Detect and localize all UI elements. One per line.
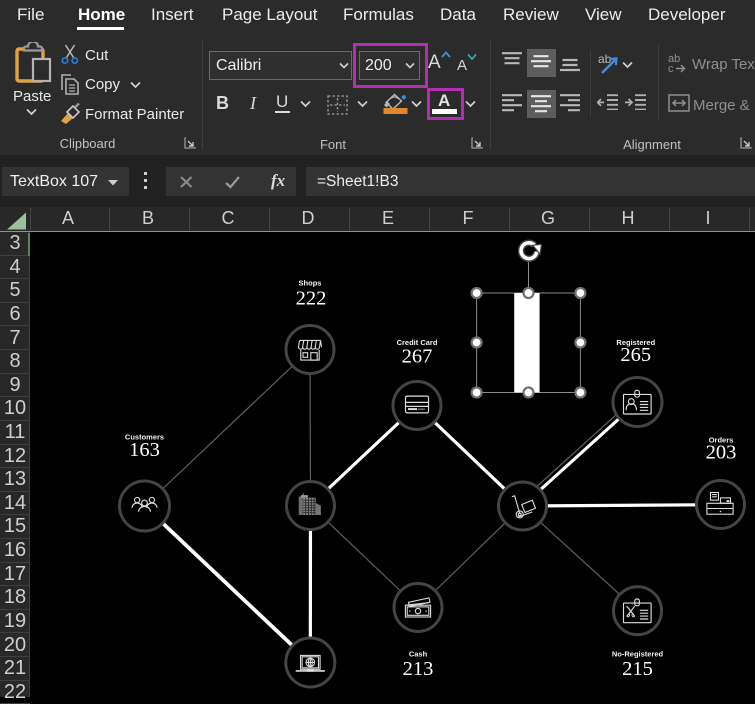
svg-text:No-Registered: No-Registered <box>612 649 664 658</box>
svg-text:222: 222 <box>296 287 327 309</box>
svg-text:203: 203 <box>706 442 737 464</box>
svg-text:265: 265 <box>620 344 651 366</box>
svg-text:213: 213 <box>403 658 434 680</box>
svg-text:215: 215 <box>622 658 653 680</box>
svg-text:c: c <box>668 63 674 74</box>
svg-text:Cash: Cash <box>409 649 428 658</box>
svg-text:Shops: Shops <box>299 279 322 288</box>
svg-text:163: 163 <box>129 439 160 461</box>
svg-text:267: 267 <box>402 345 433 367</box>
